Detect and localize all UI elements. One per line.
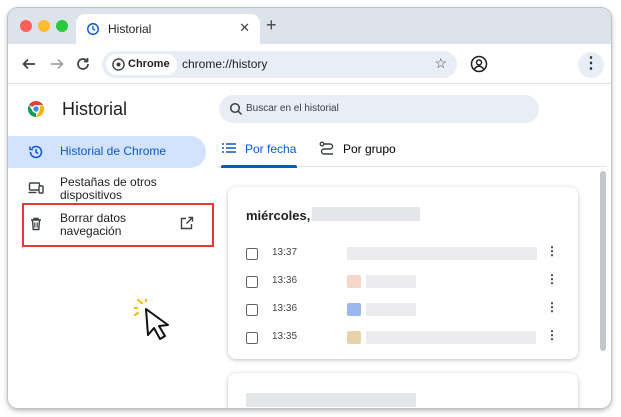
sidebar-item-label: Pestañas de otros dispositivos [60,175,157,202]
devices-icon [28,182,44,194]
journeys-icon [319,141,334,155]
entry-menu-icon[interactable]: ⋮ [546,300,558,314]
history-view-tabs: Por fecha Por grupo [219,137,607,168]
close-window-button[interactable] [20,20,32,32]
favicon [347,275,361,288]
redacted-entry-title[interactable] [347,247,537,260]
tab-close-icon[interactable]: ✕ [239,20,250,36]
url-text: chrome://history [182,57,268,71]
chrome-menu-button[interactable]: ⋮ [578,52,604,78]
sidebar-item-clear-data[interactable]: Borrar datos navegación [8,209,206,241]
bookmark-star-icon[interactable]: ☆ [434,55,447,72]
history-icon [87,23,99,35]
favicon [347,303,361,316]
sidebar-item-label: Historial de Chrome [60,144,167,158]
tab-strip: Historial ✕ + [8,8,611,44]
tab-label: Por fecha [245,142,297,156]
history-entry[interactable]: 13:37 ⋮ [228,241,578,269]
history-day-card: miércoles, 13:37 ⋮ 13:36 ⋮ 13:36 ⋮ 13:35… [228,187,578,359]
maximize-window-button[interactable] [56,20,68,32]
tab-por-fecha[interactable]: Por fecha [221,137,301,168]
entry-time: 13:37 [272,247,298,258]
history-entry[interactable]: 13:36 ⋮ [228,269,578,297]
history-entry[interactable]: 13:36 ⋮ [228,297,578,325]
tab-title: Historial [108,22,152,36]
list-icon [222,143,236,153]
date-heading: miércoles, [246,208,311,223]
search-icon [229,102,243,116]
history-icon [29,145,43,159]
tab-historial[interactable]: Historial ✕ [76,14,260,44]
trash-icon [31,217,41,231]
entry-time: 13:35 [272,331,298,342]
redacted-date [312,207,420,221]
toolbar: Chrome chrome://history ☆ ⋮ [8,44,611,84]
favicon [347,331,361,344]
sidebar-item-chrome-history[interactable]: Historial de Chrome [8,136,206,168]
entry-checkbox[interactable] [246,248,258,260]
browser-window: Historial ✕ + Chrome chrome://history ☆ [8,8,611,408]
profile-icon[interactable] [470,55,488,73]
search-input[interactable]: Buscar en el historial [246,103,339,114]
history-entry[interactable]: 13:35 ⋮ [228,325,578,353]
entry-checkbox[interactable] [246,304,258,316]
history-search[interactable]: Buscar en el historial [219,95,539,123]
reload-icon[interactable] [74,55,92,73]
scrollbar[interactable] [600,171,606,351]
history-day-card [228,373,578,408]
entry-time: 13:36 [272,275,298,286]
entry-menu-icon[interactable]: ⋮ [546,244,558,258]
chrome-logo-icon [27,101,45,117]
cursor-pointer-icon [134,299,169,340]
entry-checkbox[interactable] [246,332,258,344]
site-chip[interactable]: Chrome [106,54,177,75]
active-tab-indicator [221,165,297,168]
redacted-entry-title[interactable] [366,331,536,344]
chrome-icon [112,58,125,71]
forward-icon[interactable] [48,55,66,73]
entry-time: 13:36 [272,303,298,314]
redacted-date [246,393,416,407]
entry-checkbox[interactable] [246,276,258,288]
back-icon[interactable] [20,55,38,73]
tab-por-grupo[interactable]: Por grupo [319,137,419,167]
minimize-window-button[interactable] [38,20,50,32]
sidebar-item-label: Borrar datos navegación [60,211,127,238]
tab-label: Por grupo [343,142,396,156]
history-page: Historial Buscar en el historial Histori… [8,85,611,408]
address-bar[interactable]: Chrome chrome://history ☆ [102,51,457,78]
sidebar-item-other-devices[interactable]: Pestañas de otros dispositivos [8,173,206,203]
entry-menu-icon[interactable]: ⋮ [546,272,558,286]
entry-menu-icon[interactable]: ⋮ [546,328,558,342]
open-external-icon [180,216,194,230]
new-tab-button[interactable]: + [266,15,277,36]
redacted-entry-title[interactable] [366,275,416,288]
redacted-entry-title[interactable] [366,303,416,316]
page-title: Historial [62,99,128,119]
site-chip-label: Chrome [128,58,170,70]
